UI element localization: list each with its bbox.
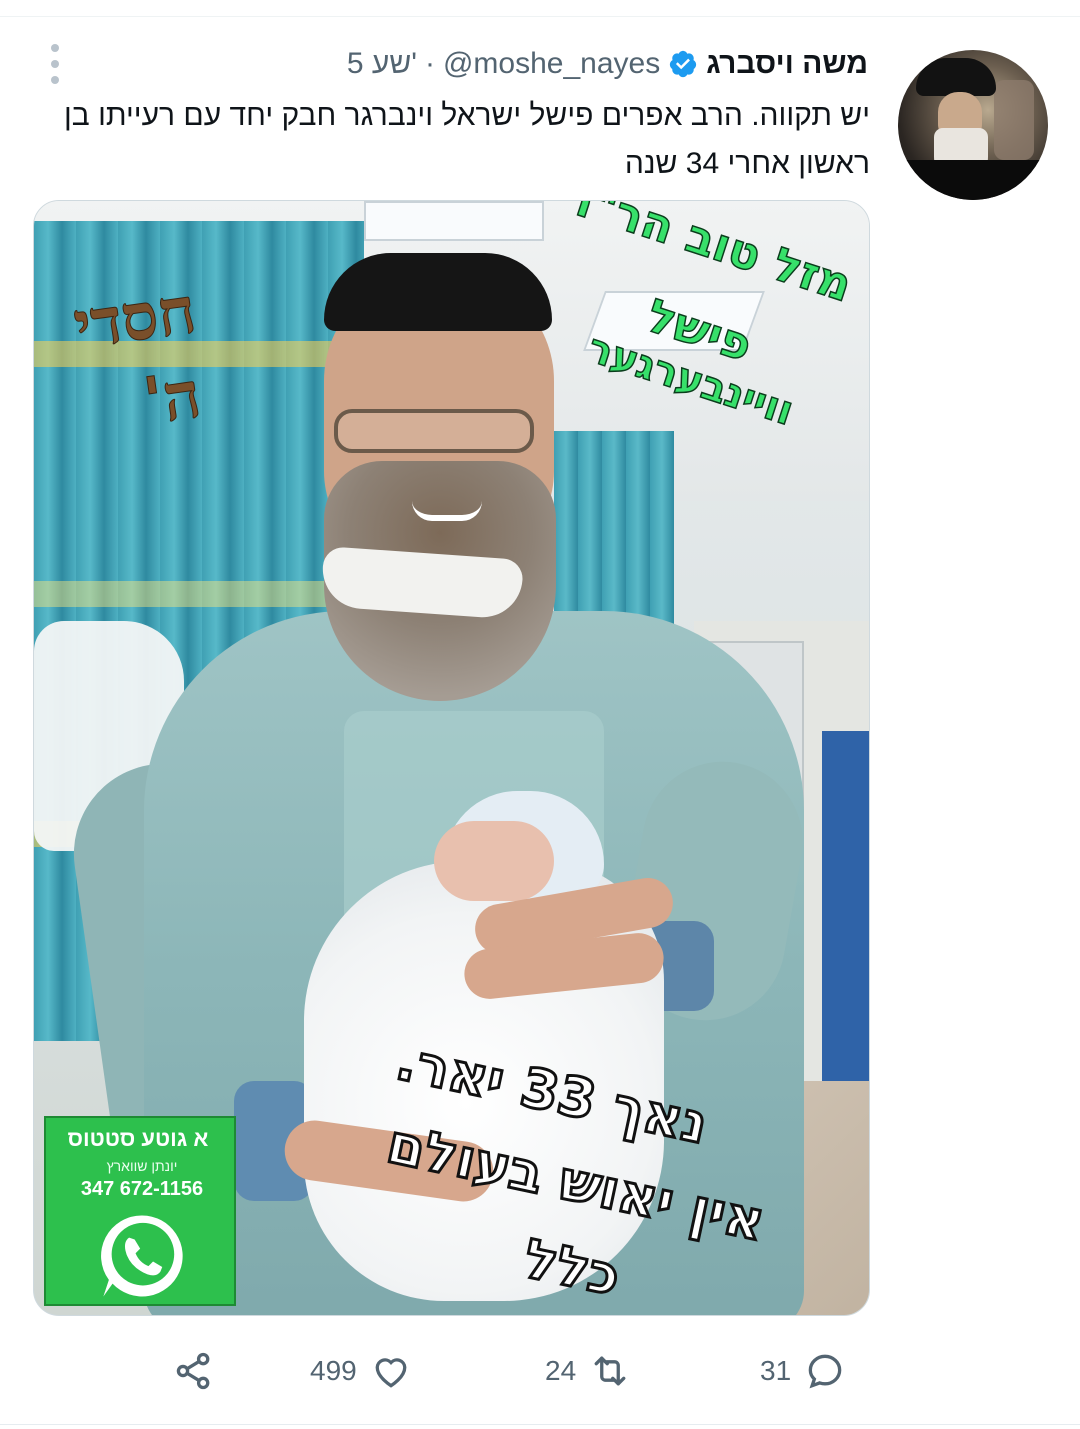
retweet-button[interactable]: 24 [545,1346,632,1396]
avatar[interactable] [898,50,1048,200]
retweet-icon [594,1356,626,1386]
like-icon [375,1358,407,1388]
tweet-image[interactable]: מזל טוב הר"ר פישל וויינבערגער חסדי ה' נא… [33,200,870,1316]
whatsapp-promo-box: א גוטע סטטוס יונתן שווארץ 347 672-1156 [44,1116,236,1306]
overlay-chasdei-hashem-line-2: ה' [139,357,206,440]
tweet-header: משה ויסברג @moshe_nayes · 5 שע' [347,44,868,84]
retweet-count: 24 [545,1355,577,1386]
reply-button[interactable]: 31 [760,1346,847,1396]
tweet-actions: 31 24 499 [0,1346,1080,1396]
whatsapp-icon [101,1215,183,1297]
display-name[interactable]: משה ויסברג [706,47,868,81]
top-divider [0,16,1080,17]
promo-phone: 347 672-1156 [80,1178,204,1200]
user-handle[interactable]: @moshe_nayes [443,47,660,81]
promo-name: יונתן שווארץ [106,1158,178,1174]
verified-icon [670,50,697,78]
bottom-divider [0,1424,1080,1425]
share-button[interactable] [172,1346,216,1396]
separator-dot: · [424,47,435,80]
reply-count: 31 [760,1355,792,1386]
reply-icon [808,1354,842,1389]
timestamp[interactable]: 5 שע' [347,47,417,81]
tweet-text: יש תקווה. הרב אפרים פישל ישראל וינברגר ח… [64,99,870,180]
like-button[interactable]: 499 [310,1346,413,1396]
share-icon [176,1352,210,1390]
more-options-icon[interactable] [44,44,66,84]
like-count: 499 [310,1355,357,1386]
promo-title: א גוטע סטטוס [67,1126,209,1151]
